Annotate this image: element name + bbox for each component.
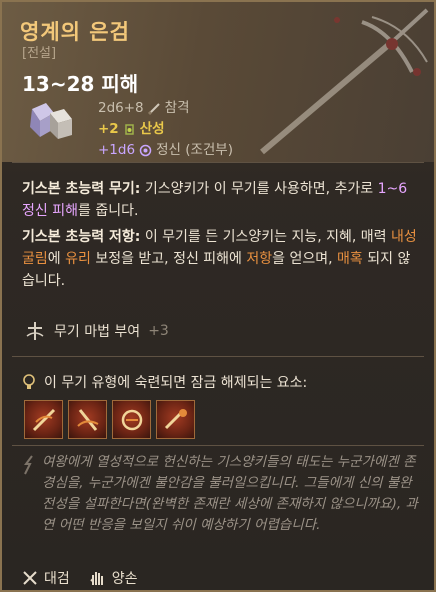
dice-icon xyxy=(30,103,72,139)
psychic-icon xyxy=(139,144,152,157)
enchant-bonus: +3 xyxy=(148,323,169,339)
passive-label: 기스본 초능력 무기: xyxy=(22,181,141,197)
blade-swing-icon xyxy=(32,408,56,432)
damage-dice: +1d6 xyxy=(98,142,136,158)
handedness-label: 양손 xyxy=(111,571,138,587)
handedness: 양손 xyxy=(88,568,138,588)
enchant-label: 무기 마법 부여 xyxy=(54,324,141,340)
damage-dice: 2d6+8 xyxy=(98,100,144,116)
tooltip-header: 영계의 은검 [전설] 13~28 피해 2d6+8 참격 +2 산성 +1d6 xyxy=(2,2,434,162)
crippling-strike-icon xyxy=(77,409,99,431)
item-tooltip: 영계의 은검 [전설] 13~28 피해 2d6+8 참격 +2 산성 +1d6 xyxy=(0,0,436,592)
whirlwind-icon xyxy=(121,409,143,431)
passive-label: 기스본 초능력 저항: xyxy=(22,229,141,245)
damage-breakdown: 2d6+8 참격 +2 산성 +1d6 정신 (조건부) xyxy=(98,98,233,161)
skill-icon-2[interactable] xyxy=(68,400,107,439)
damage-dice: +2 xyxy=(98,121,119,137)
passive-psionic-resistance: 기스본 초능력 저항: 이 무기를 든 기스양키는 지능, 지혜, 매력 내성 … xyxy=(22,229,417,289)
divider xyxy=(12,162,424,163)
skill-icon-1[interactable] xyxy=(24,400,63,439)
weapon-type-label: 대검 xyxy=(44,571,70,587)
damage-kind: 참격 xyxy=(164,100,190,116)
slash-icon xyxy=(147,103,160,115)
damage-row-slash: 2d6+8 참격 xyxy=(98,98,233,119)
acid-icon xyxy=(124,124,134,135)
passive-psionic-weapon: 기스본 초능력 무기: 기스양키가 이 무기를 사용하면, 추가로 1~6 정신… xyxy=(22,181,408,219)
lightbulb-icon xyxy=(23,374,35,389)
quote-icon xyxy=(24,455,33,475)
unlock-title: 이 무기 유형에 숙련되면 잠금 해제되는 요소: xyxy=(44,375,308,391)
weapon-type: 대검 xyxy=(22,568,70,588)
damage-kind: 정신 (조건부) xyxy=(156,142,233,158)
passive-descriptions: 기스본 초능력 무기: 기스양키가 이 무기를 사용하면, 추가로 1~6 정신… xyxy=(22,178,420,296)
proficiency-unlock-heading: 이 무기 유형에 숙련되면 잠금 해제되는 요소: xyxy=(22,372,307,392)
item-rarity: [전설] xyxy=(22,46,57,61)
hand-icon xyxy=(90,572,103,585)
weapon-enchantment: 무기 마법 부여 +3 xyxy=(24,320,169,342)
crossed-swords-icon xyxy=(23,571,37,585)
damage-total: 13~28 피해 xyxy=(22,72,139,96)
divider xyxy=(12,445,424,446)
pommel-blow-icon xyxy=(164,409,187,430)
damage-row-acid: +2 산성 xyxy=(98,119,233,140)
lore-text: 여왕에게 열성적으로 헌신하는 기스양키들의 태도는 누군가에겐 존경심을, 누… xyxy=(42,454,418,533)
divider xyxy=(12,356,424,357)
sword-art xyxy=(260,8,429,155)
damage-row-psychic: +1d6 정신 (조건부) xyxy=(98,140,233,161)
damage-kind: 산성 xyxy=(139,121,165,137)
enchant-icon xyxy=(26,322,44,340)
skill-icon-4[interactable] xyxy=(156,400,195,439)
skill-icon-3[interactable] xyxy=(112,400,151,439)
unlock-skill-list xyxy=(24,400,195,439)
tooltip-footer: 대검 양손 xyxy=(22,568,148,588)
